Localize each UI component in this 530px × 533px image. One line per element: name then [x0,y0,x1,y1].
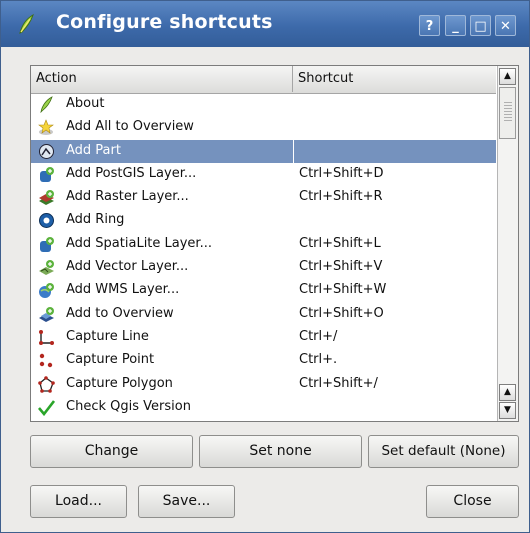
capture-point-icon [39,354,53,368]
shortcut-value: Ctrl+Shift+D [299,165,384,181]
action-name: Capture Line [66,328,149,344]
check-mark-icon [38,400,55,416]
maximize-button[interactable]: □ [470,15,491,36]
qgis-logo-icon [40,96,53,113]
action-name: Add PostGIS Layer... [66,165,197,181]
table-row[interactable]: Add Vector Layer... Ctrl+Shift+V [31,256,496,279]
add-to-overview-icon [39,306,54,322]
scrollbar-thumb[interactable] [499,87,516,139]
action-name: Capture Point [66,352,155,368]
save-button[interactable]: Save... [138,485,235,518]
shortcuts-table[interactable]: Action Shortcut About Add All to Overvie… [30,65,519,422]
minimize-button[interactable]: _ [445,15,466,36]
table-row[interactable]: Add SpatiaLite Layer... Ctrl+Shift+L [31,233,496,256]
action-name: Capture Polygon [66,375,173,391]
set-none-button[interactable]: Set none [199,435,362,468]
action-name: About [66,96,105,111]
set-default-button[interactable]: Set default (None) [368,435,519,468]
action-name: Add Part [66,142,121,158]
shortcut-cell [293,139,496,163]
close-window-button[interactable]: ✕ [495,15,516,36]
load-button[interactable]: Load... [30,485,127,518]
capture-line-icon [39,329,54,345]
add-vector-layer-icon [39,260,54,276]
shortcut-value: Ctrl+. [299,352,338,368]
action-name: Add Ring [66,212,125,228]
table-row[interactable]: Add Raster Layer... Ctrl+Shift+R [31,186,496,209]
action-name: Add All to Overview [66,119,194,135]
action-name: Add WMS Layer... [66,282,180,298]
change-button[interactable]: Change [30,435,193,468]
table-header: Action Shortcut [31,66,496,94]
action-name: Add Raster Layer... [66,189,189,205]
column-header-action[interactable]: Action [31,66,293,92]
scroll-up-arrow-icon[interactable]: ▲ [499,68,516,85]
shortcut-value: Ctrl+Shift+L [299,235,381,251]
table-body: About Add All to Overview Add Part Add P… [31,93,496,419]
table-row[interactable]: Add WMS Layer... Ctrl+Shift+W [31,279,496,302]
add-wms-layer-icon [39,283,54,299]
column-header-shortcut[interactable]: Shortcut [293,66,496,92]
vertical-scrollbar[interactable]: ▲ ▲ ▼ [497,66,518,421]
action-name: Check Qgis Version [66,398,191,414]
table-row[interactable]: About [31,93,496,116]
table-row[interactable]: Add to Overview Ctrl+Shift+O [31,303,496,326]
shortcut-value: Ctrl+Shift+O [299,305,384,321]
action-name: Add Vector Layer... [66,259,189,275]
capture-polygon-icon [38,375,55,393]
add-spatialite-layer-icon [40,236,54,252]
shortcut-value: Ctrl+Shift+V [299,259,383,275]
action-name: Add to Overview [66,305,174,321]
shortcut-value: Ctrl+/ [299,328,338,344]
table-row[interactable]: Capture Polygon Ctrl+Shift+/ [31,373,496,396]
close-button[interactable]: Close [426,485,519,518]
help-button[interactable]: ? [419,15,440,36]
configure-shortcuts-dialog: Configure shortcuts ? _ □ ✕ Action Short… [0,0,530,533]
window-title: Configure shortcuts [56,11,273,33]
add-all-overview-icon [38,119,54,136]
add-part-icon [39,143,54,159]
qgis-logo-icon [19,13,34,34]
add-ring-icon [39,213,54,229]
scroll-down-arrow-icon[interactable]: ▼ [499,402,516,419]
table-row[interactable]: Check Qgis Version [31,396,496,419]
add-postgis-layer-icon [40,166,54,182]
grip-icon [504,102,512,122]
table-row[interactable]: Add All to Overview [31,116,496,139]
scroll-up-arrow-icon[interactable]: ▲ [499,384,516,401]
shortcut-value: Ctrl+Shift+W [299,282,387,298]
table-row[interactable]: Add PostGIS Layer... Ctrl+Shift+D [31,163,496,186]
table-row[interactable]: Capture Point Ctrl+. [31,349,496,372]
table-row[interactable]: Capture Line Ctrl+/ [31,326,496,349]
shortcut-value: Ctrl+Shift+R [299,189,383,205]
table-row-selected[interactable]: Add Part [31,139,496,163]
shortcut-value: Ctrl+Shift+/ [299,375,378,391]
action-name: Add SpatiaLite Layer... [66,235,212,251]
title-bar[interactable]: Configure shortcuts ? _ □ ✕ [1,1,529,47]
add-raster-layer-icon [39,190,54,206]
table-row[interactable]: Add Ring [31,209,496,232]
